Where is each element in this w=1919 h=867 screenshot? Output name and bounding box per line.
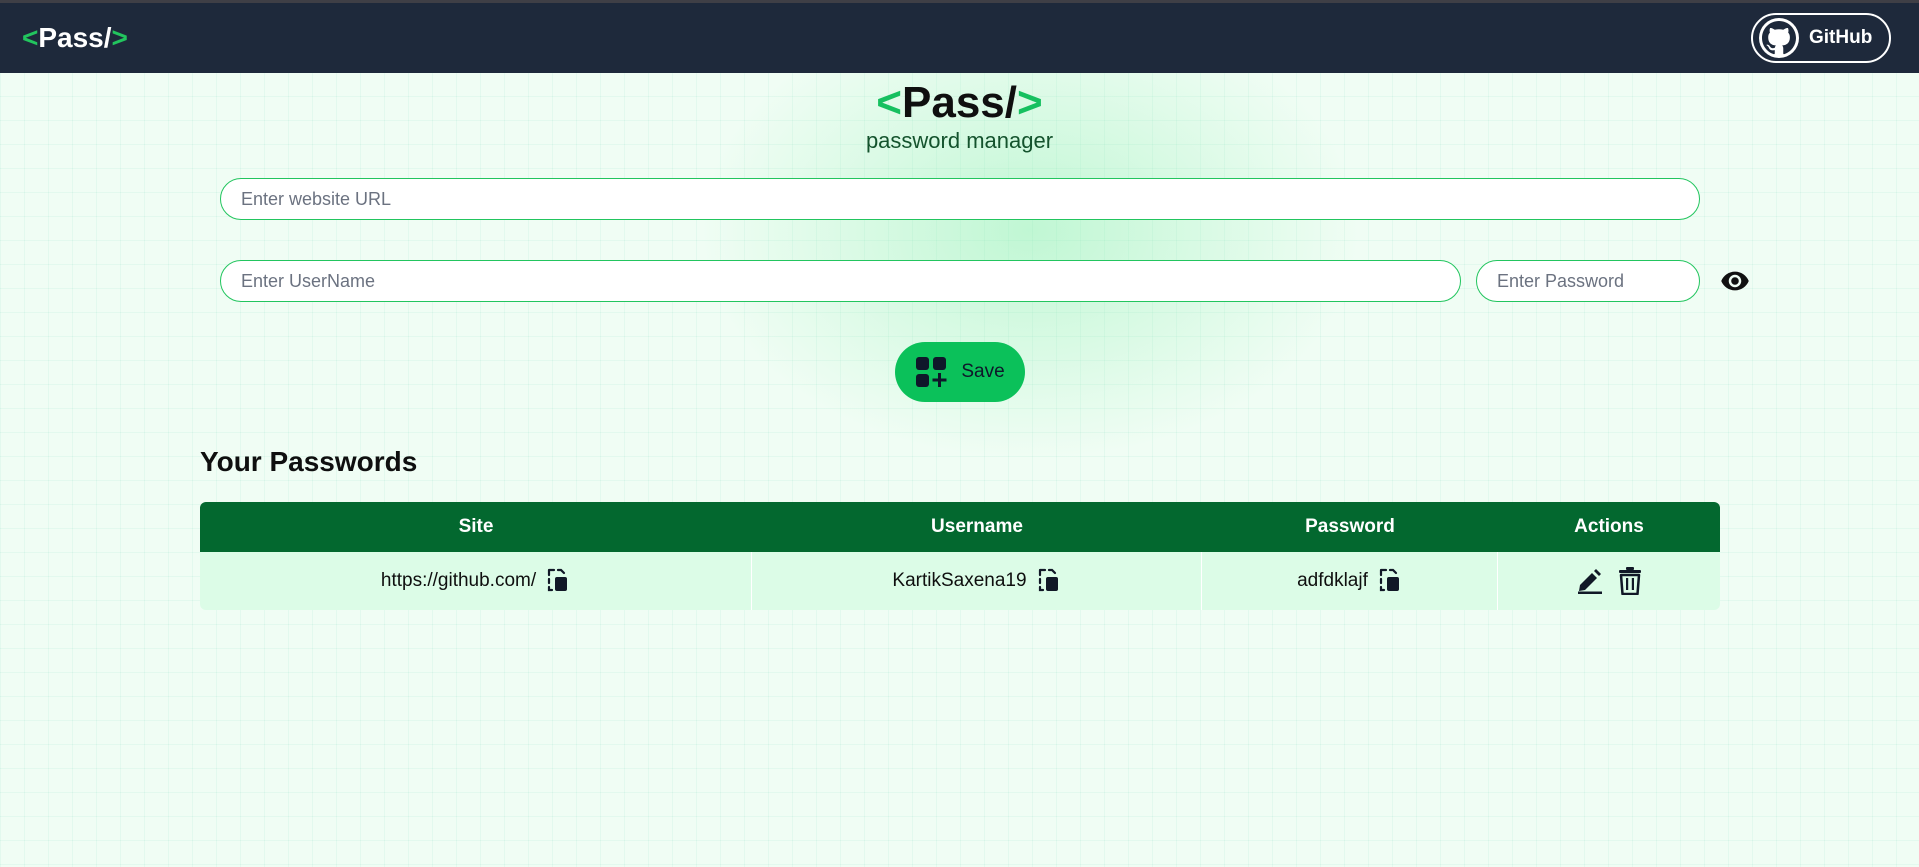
username-value: KartikSaxena19 — [892, 570, 1027, 591]
github-icon — [1759, 18, 1799, 58]
username-input[interactable] — [220, 260, 1461, 302]
column-header-username: Username — [931, 516, 1023, 537]
table-row: https://github.com/ KartikSaxena19 adfdk… — [200, 552, 1720, 610]
password-input[interactable] — [1476, 260, 1700, 302]
site-cell: https://github.com/ — [200, 552, 752, 610]
hero-logo: < Pass/ > — [0, 78, 1919, 128]
copy-icon[interactable] — [1378, 568, 1402, 594]
logo-bracket-open: < — [22, 22, 39, 53]
hero-logo-text: Pass/ — [902, 78, 1017, 127]
github-button[interactable]: GitHub — [1751, 13, 1891, 63]
delete-icon[interactable] — [1618, 567, 1642, 595]
actions-cell — [1498, 552, 1720, 610]
hero-bracket-close: > — [1016, 78, 1043, 127]
column-header-password: Password — [1305, 516, 1395, 537]
username-cell: KartikSaxena19 — [752, 552, 1202, 610]
column-header-actions: Actions — [1574, 516, 1644, 537]
table-header: Site Username Password Actions — [200, 502, 1720, 552]
password-value: adfdklajf — [1297, 570, 1368, 591]
eye-icon[interactable] — [1718, 266, 1752, 296]
edit-icon[interactable] — [1576, 568, 1604, 594]
password-cell: adfdklajf — [1202, 552, 1498, 610]
site-value: https://github.com/ — [380, 570, 537, 591]
copy-icon[interactable] — [1037, 568, 1061, 594]
logo-text: Pass/ — [38, 22, 112, 53]
nav-logo[interactable]: < Pass/ > — [22, 22, 128, 54]
logo-bracket-close: > — [111, 22, 128, 53]
navbar: < Pass/ > GitHub — [0, 3, 1919, 73]
github-label: GitHub — [1809, 27, 1873, 48]
save-label: Save — [961, 361, 1005, 382]
website-url-input[interactable] — [220, 178, 1700, 220]
save-button[interactable]: Save — [895, 342, 1025, 402]
hero-subtitle: password manager — [865, 128, 1054, 153]
column-header-site: Site — [458, 516, 494, 537]
passwords-heading: Your Passwords — [200, 446, 418, 477]
passwords-table: Site Username Password Actions https://g… — [200, 502, 1720, 610]
add-grid-icon — [915, 356, 947, 388]
copy-icon[interactable] — [546, 568, 570, 594]
hero-bracket-open: < — [876, 78, 902, 127]
